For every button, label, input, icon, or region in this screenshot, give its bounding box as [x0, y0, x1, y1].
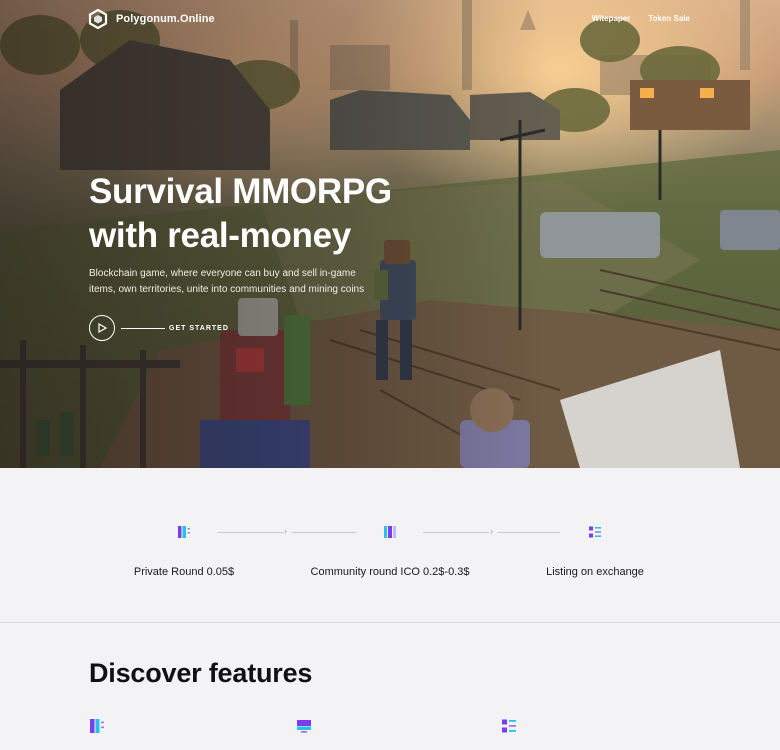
roadmap-connector-1a [218, 532, 284, 533]
bars-icon [90, 719, 104, 733]
roadmap-arrow-2: › [490, 526, 493, 536]
nav-links: Witepaper Token Sale [592, 14, 690, 23]
bars-icon [178, 526, 190, 538]
brand-name: Polygonum.Online [116, 13, 215, 25]
hero-title-line-1: Survival MMORPG [89, 172, 392, 211]
roadmap-connector-2b [498, 532, 560, 533]
roadmap-step-listing: Listing on exchange [546, 525, 644, 578]
hexagon-logo-icon [88, 9, 108, 29]
roadmap-section: › › Private Round 0.05$ Community round … [0, 468, 780, 623]
hero-title: Survival MMORPG with real-money [89, 170, 419, 258]
roadmap-connector-2a [423, 532, 489, 533]
roadmap-step-label: Community round ICO 0.2$-0.3$ [310, 566, 470, 578]
roadmap-step-label: Listing on exchange [546, 566, 644, 578]
hero-description: Blockchain game, where everyone can buy … [89, 268, 365, 295]
roadmap-arrow-1: › [284, 526, 287, 536]
hero-section: Polygonum.Online Witepaper Token Sale Su… [0, 0, 780, 468]
roadmap-step-community-round: Community round ICO 0.2$-0.3$ [311, 525, 469, 578]
roadmap-connector-1b [292, 532, 356, 533]
get-started-button[interactable]: GET STARTED [89, 315, 229, 341]
list-icon [502, 719, 516, 733]
brand-logo[interactable]: Polygonum.Online [88, 9, 215, 29]
features-title: Discover features [89, 658, 313, 688]
columns-icon [384, 526, 396, 538]
nav-link-whitepaper[interactable]: Witepaper [592, 14, 631, 23]
window-icon [297, 720, 311, 733]
roadmap-step-label: Private Round 0.05$ [133, 566, 235, 578]
roadmap-step-private-round: Private Round 0.05$ [134, 525, 234, 578]
section-divider [0, 622, 780, 623]
nav-link-token-sale[interactable]: Token Sale [648, 14, 690, 23]
play-button[interactable] [89, 315, 115, 341]
list-icon [589, 526, 601, 538]
cta-divider-line [121, 327, 165, 329]
get-started-label: GET STARTED [169, 324, 229, 332]
top-navbar: Polygonum.Online Witepaper Token Sale [0, 0, 780, 40]
play-icon [98, 323, 107, 333]
hero-title-line-2: with real-money [89, 216, 351, 255]
